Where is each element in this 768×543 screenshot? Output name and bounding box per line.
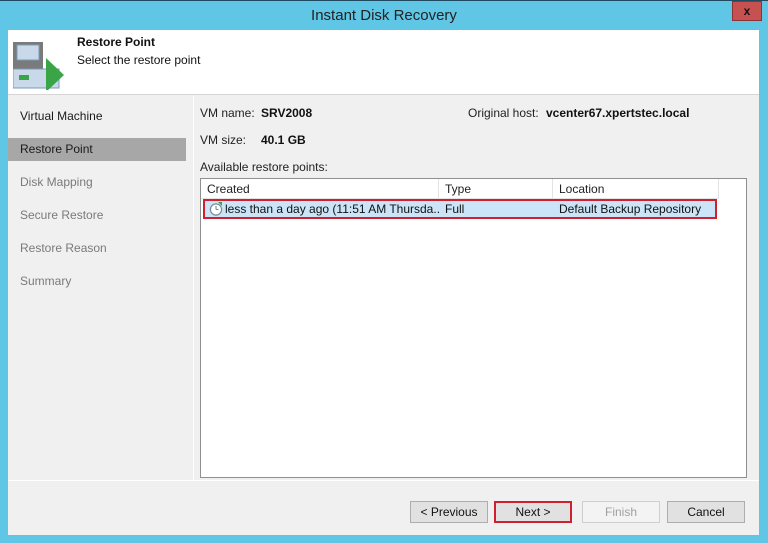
wizard-window: Restore Point Select the restore point V…: [8, 30, 759, 535]
column-header-type[interactable]: Type: [439, 179, 553, 199]
restore-point-panel: VM name: SRV2008 Original host: vcenter6…: [194, 96, 759, 480]
nav-step-disk-mapping[interactable]: Disk Mapping: [8, 171, 186, 194]
vm-name-label: VM name:: [200, 106, 255, 120]
vm-size-label: VM size:: [200, 133, 247, 147]
vm-size-value: 40.1 GB: [261, 133, 306, 147]
restore-points-label: Available restore points:: [200, 160, 328, 174]
cell-location: Default Backup Repository: [559, 202, 702, 216]
close-icon: x: [743, 4, 751, 18]
footer-divider: [8, 480, 759, 481]
cell-type: Full: [445, 202, 465, 216]
nav-step-restore-point[interactable]: Restore Point: [8, 138, 186, 161]
cancel-button[interactable]: Cancel: [667, 501, 745, 523]
close-button[interactable]: x: [732, 1, 762, 21]
cell-created: less than a day ago (11:51 AM Thursda...: [225, 202, 439, 216]
nav-step-summary[interactable]: Summary: [8, 270, 186, 293]
original-host-label: Original host:: [468, 106, 539, 120]
step-subtitle: Select the restore point: [77, 53, 201, 67]
wizard-steps: Virtual Machine Restore Point Disk Mappi…: [8, 96, 186, 480]
previous-button[interactable]: < Previous: [410, 501, 488, 523]
restore-wizard-icon: [13, 42, 64, 90]
next-button[interactable]: Next >: [494, 501, 572, 523]
title-bar: Instant Disk Recovery x: [0, 0, 768, 30]
restore-point-clock-icon: [209, 202, 223, 216]
nav-step-virtual-machine[interactable]: Virtual Machine: [8, 105, 186, 128]
column-header-location[interactable]: Location: [553, 179, 719, 199]
wizard-header: Restore Point Select the restore point: [8, 30, 759, 95]
nav-step-secure-restore[interactable]: Secure Restore: [8, 204, 186, 227]
original-host-value: vcenter67.xpertstec.local: [546, 106, 690, 120]
grid-header: Created Type Location: [201, 179, 719, 199]
restore-points-grid[interactable]: Created Type Location less than a day ag…: [200, 178, 747, 478]
step-title: Restore Point: [77, 35, 156, 49]
column-header-created[interactable]: Created: [201, 179, 439, 199]
window-title: Instant Disk Recovery: [311, 7, 457, 24]
finish-button[interactable]: Finish: [582, 501, 660, 523]
restore-point-row[interactable]: less than a day ago (11:51 AM Thursda...…: [203, 199, 717, 219]
nav-step-restore-reason[interactable]: Restore Reason: [8, 237, 186, 260]
vm-name-value: SRV2008: [261, 106, 313, 120]
